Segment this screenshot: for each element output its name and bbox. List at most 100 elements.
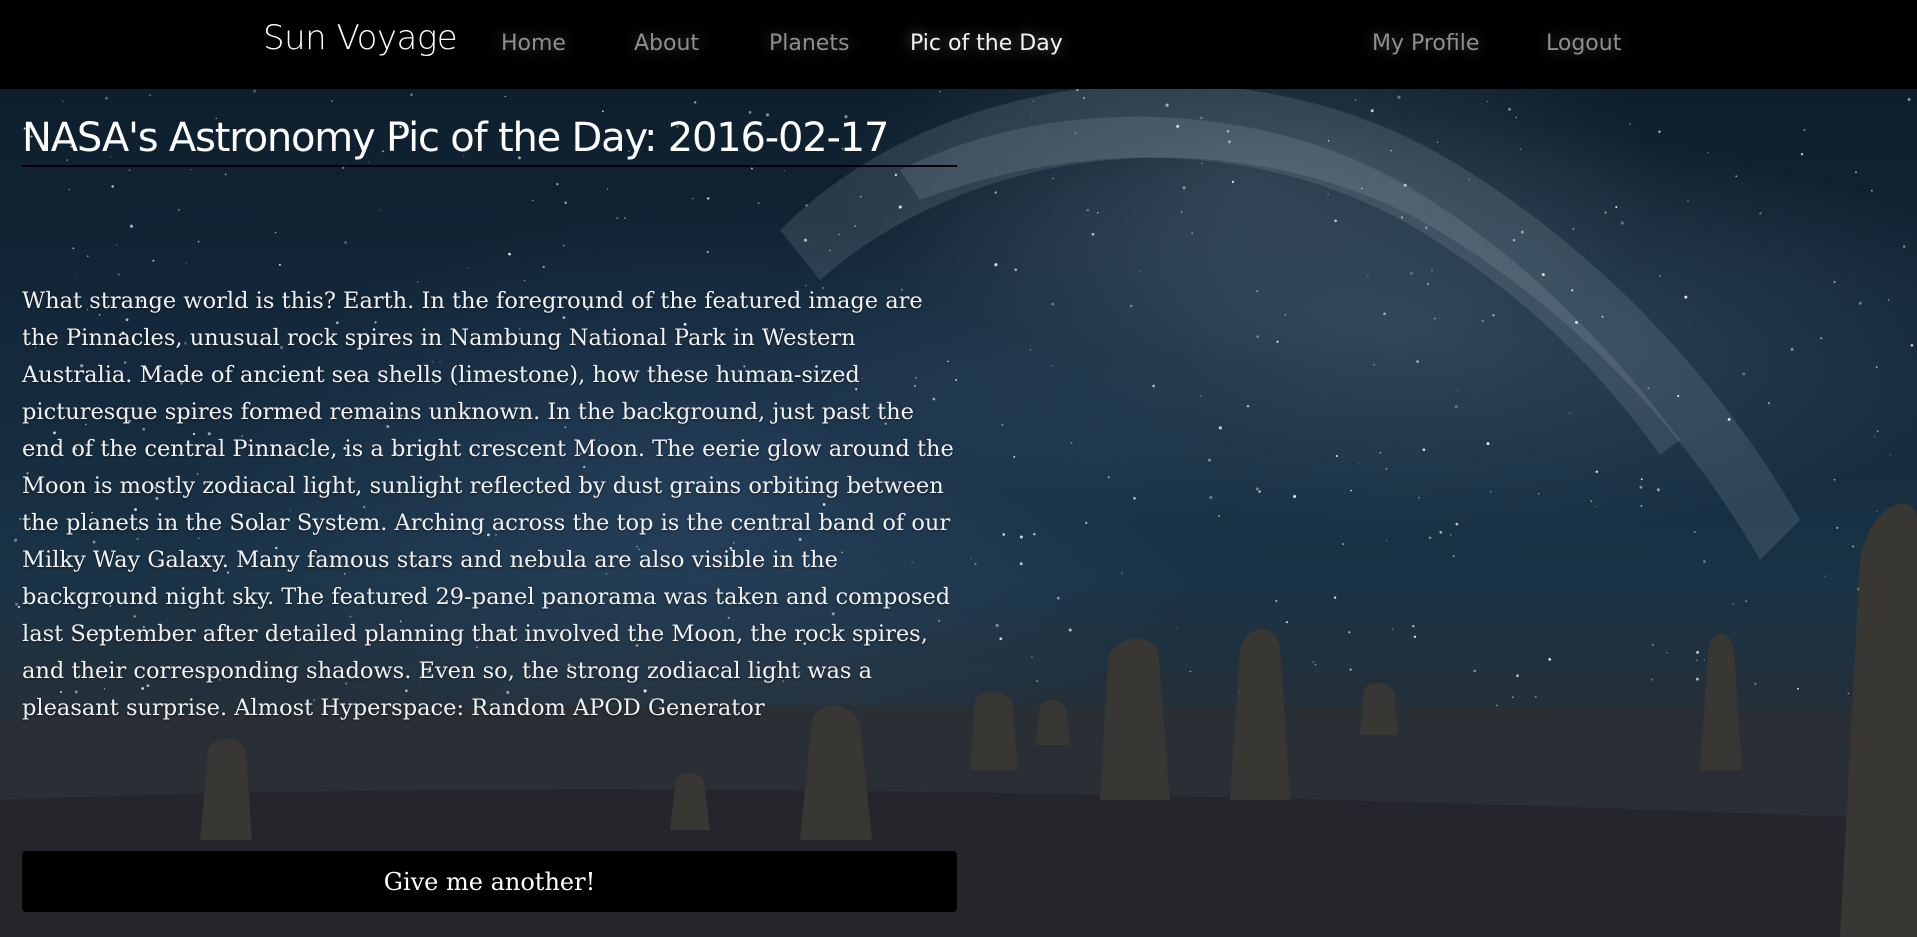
star [15,602,19,606]
star [1200,116,1203,120]
star [1208,458,1211,462]
star [1640,505,1643,507]
page-title-prefix: NASA's Astronomy Pic of the Day: [22,115,668,161]
star [1327,193,1329,195]
star [1695,659,1698,662]
star [757,202,760,205]
star [1031,656,1033,658]
star [974,563,977,566]
star [1312,661,1315,663]
star [1569,412,1571,414]
star [344,241,347,244]
star [1152,384,1155,388]
star [1367,275,1369,278]
star [1334,219,1337,223]
star [1056,596,1060,600]
page: Sun Voyage Home About Planets Pic of the… [0,0,1917,937]
star [1051,365,1053,367]
star [466,267,469,269]
star [1276,340,1279,343]
star [1180,211,1183,213]
star [1759,212,1762,215]
star [1013,455,1016,458]
star [14,538,18,542]
star [532,199,534,201]
star [197,240,200,243]
star [1246,404,1250,408]
star [1433,317,1436,320]
give-me-another-button[interactable]: Give me another! [22,851,957,912]
nav-link-home[interactable]: Home [501,31,566,56]
star [1572,228,1575,230]
brand-logo[interactable]: Sun Voyage [263,18,458,58]
star [624,217,626,219]
star [1182,186,1186,190]
star [1595,506,1597,507]
star [1285,621,1288,624]
star [508,252,511,256]
nav-link-my-profile[interactable]: My Profile [1372,31,1479,56]
star [1428,536,1432,540]
star [829,249,831,252]
navbar: Sun Voyage Home About Planets Pic of the… [0,0,1917,89]
star [1373,363,1375,366]
star [1696,650,1700,654]
star [804,238,807,242]
nav-link-pic-of-the-day[interactable]: Pic of the Day [910,31,1063,56]
star [1383,312,1386,316]
star [378,209,380,211]
star [1615,206,1618,208]
star [1874,436,1876,438]
star [1293,494,1297,499]
star [1620,221,1624,225]
star [1693,531,1696,534]
star [1457,389,1459,392]
star [1424,226,1428,230]
star [706,197,710,200]
star [1129,304,1133,308]
star [1096,212,1099,214]
star [1876,430,1879,433]
star [1647,387,1650,390]
star [1538,493,1540,495]
star [1495,704,1498,707]
star [1327,139,1330,142]
star [999,637,1003,641]
star [994,173,996,175]
star [1348,631,1351,634]
star [1486,100,1489,103]
star [970,558,972,560]
star [1473,669,1477,673]
star [1695,677,1699,681]
star [1019,535,1023,539]
star [994,191,997,194]
star [274,231,277,234]
star [1189,670,1192,673]
star [1767,401,1771,405]
star [1824,575,1826,577]
star [74,277,77,279]
star [1703,659,1705,661]
star [1120,572,1123,575]
star [994,263,998,267]
nav-link-planets[interactable]: Planets [769,31,849,56]
star [1492,314,1495,317]
star [1732,602,1735,605]
star [68,188,70,191]
star [606,188,609,190]
star [1422,448,1426,452]
star [1386,540,1388,542]
nav-link-about[interactable]: About [634,31,699,56]
star [1002,533,1006,536]
star [1258,490,1261,493]
star [1221,168,1223,170]
star [1032,100,1034,103]
star [542,266,545,269]
star [1360,187,1363,190]
star [1800,152,1804,156]
star [1703,560,1706,563]
star [692,197,694,200]
star [1684,295,1688,299]
star [1486,442,1490,446]
nav-link-logout[interactable]: Logout [1546,31,1621,56]
